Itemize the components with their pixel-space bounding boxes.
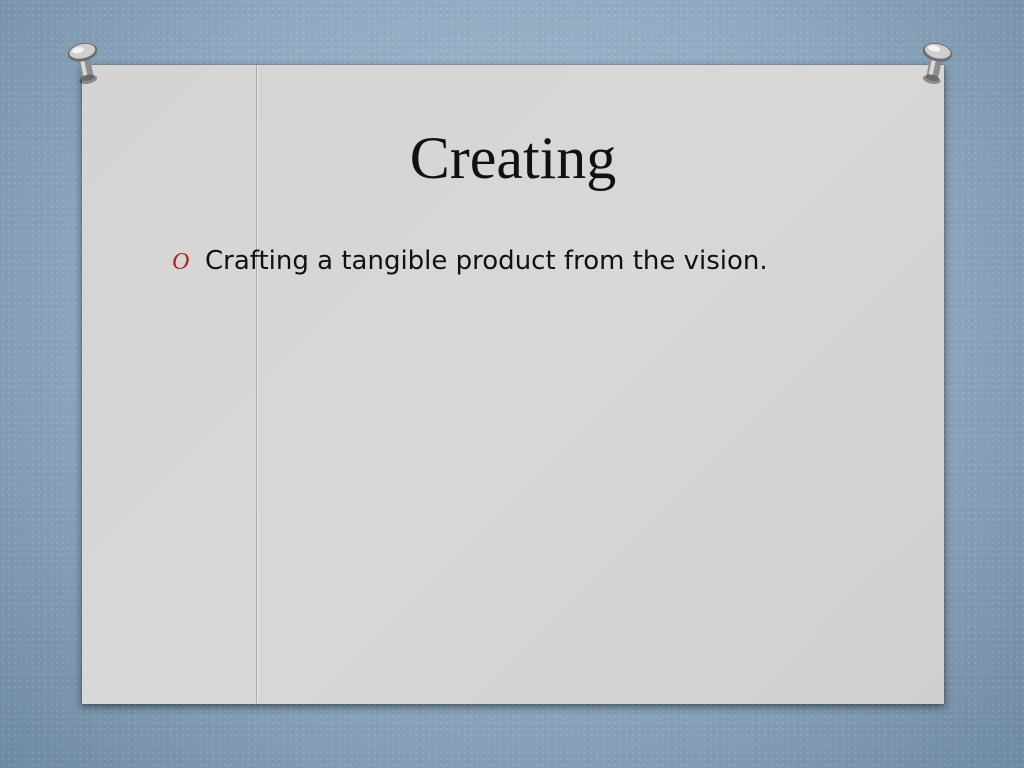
bullet-text: Crafting a tangible product from the vis… xyxy=(205,246,768,276)
bullet-item: O Crafting a tangible product from the v… xyxy=(172,246,768,276)
bullet-marker: O xyxy=(172,249,190,275)
bullet-list: O Crafting a tangible product from the v… xyxy=(172,246,768,276)
slide-title: Creating xyxy=(409,125,617,191)
pushpin-icon xyxy=(913,37,956,91)
pushpin-icon xyxy=(63,37,106,91)
